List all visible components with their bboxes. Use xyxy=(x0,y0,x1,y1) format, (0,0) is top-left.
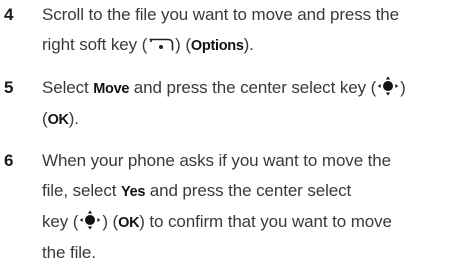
step-line: Select Move and press the center select … xyxy=(42,73,457,104)
step-line: Scroll to the file you want to move and … xyxy=(42,5,400,24)
bold-term: OK xyxy=(47,112,69,128)
step-number: 5 xyxy=(4,78,14,97)
text-run: ) ( xyxy=(175,35,191,54)
text-run: key ( xyxy=(42,212,79,231)
bold-term: OK xyxy=(118,215,140,231)
right-soft-key-icon xyxy=(149,38,174,51)
center-select-key-icon xyxy=(80,210,101,230)
text-run: right soft key ( xyxy=(42,35,148,54)
text-run: ) ( xyxy=(102,212,119,231)
step-text: Scroll to the file you want to move and … xyxy=(42,0,457,61)
step-number: 6 xyxy=(4,151,14,170)
text-run: ). xyxy=(243,35,254,54)
step-line: When your phone asks if you want to move… xyxy=(42,151,392,170)
text-run: ) to confirm that you want to move xyxy=(139,212,392,231)
text-run: and press the center select key ( xyxy=(129,78,377,97)
text-run: ). xyxy=(68,109,79,128)
step-text: Select Move and press the center select … xyxy=(42,73,457,135)
step-line: right soft key ( ) (Options). xyxy=(42,30,457,61)
bold-term: Yes xyxy=(121,184,146,200)
bold-term: Move xyxy=(93,81,130,97)
step-text: When your phone asks if you want to move… xyxy=(42,146,457,268)
center-select-key-icon xyxy=(377,76,399,96)
step-line: (OK). xyxy=(42,104,457,135)
step-line: key ( ) (OK) to confirm that you want to … xyxy=(42,207,457,238)
text-run: file, select xyxy=(42,181,122,200)
text-run: and press the center select xyxy=(145,181,352,200)
step-number: 4 xyxy=(4,5,14,24)
step-line: file, select Yes and press the center se… xyxy=(42,176,457,207)
text-run: Select xyxy=(42,78,94,97)
step-line: the file. xyxy=(42,243,96,262)
bold-term: Options xyxy=(190,38,244,54)
text-run: ) xyxy=(400,78,406,97)
